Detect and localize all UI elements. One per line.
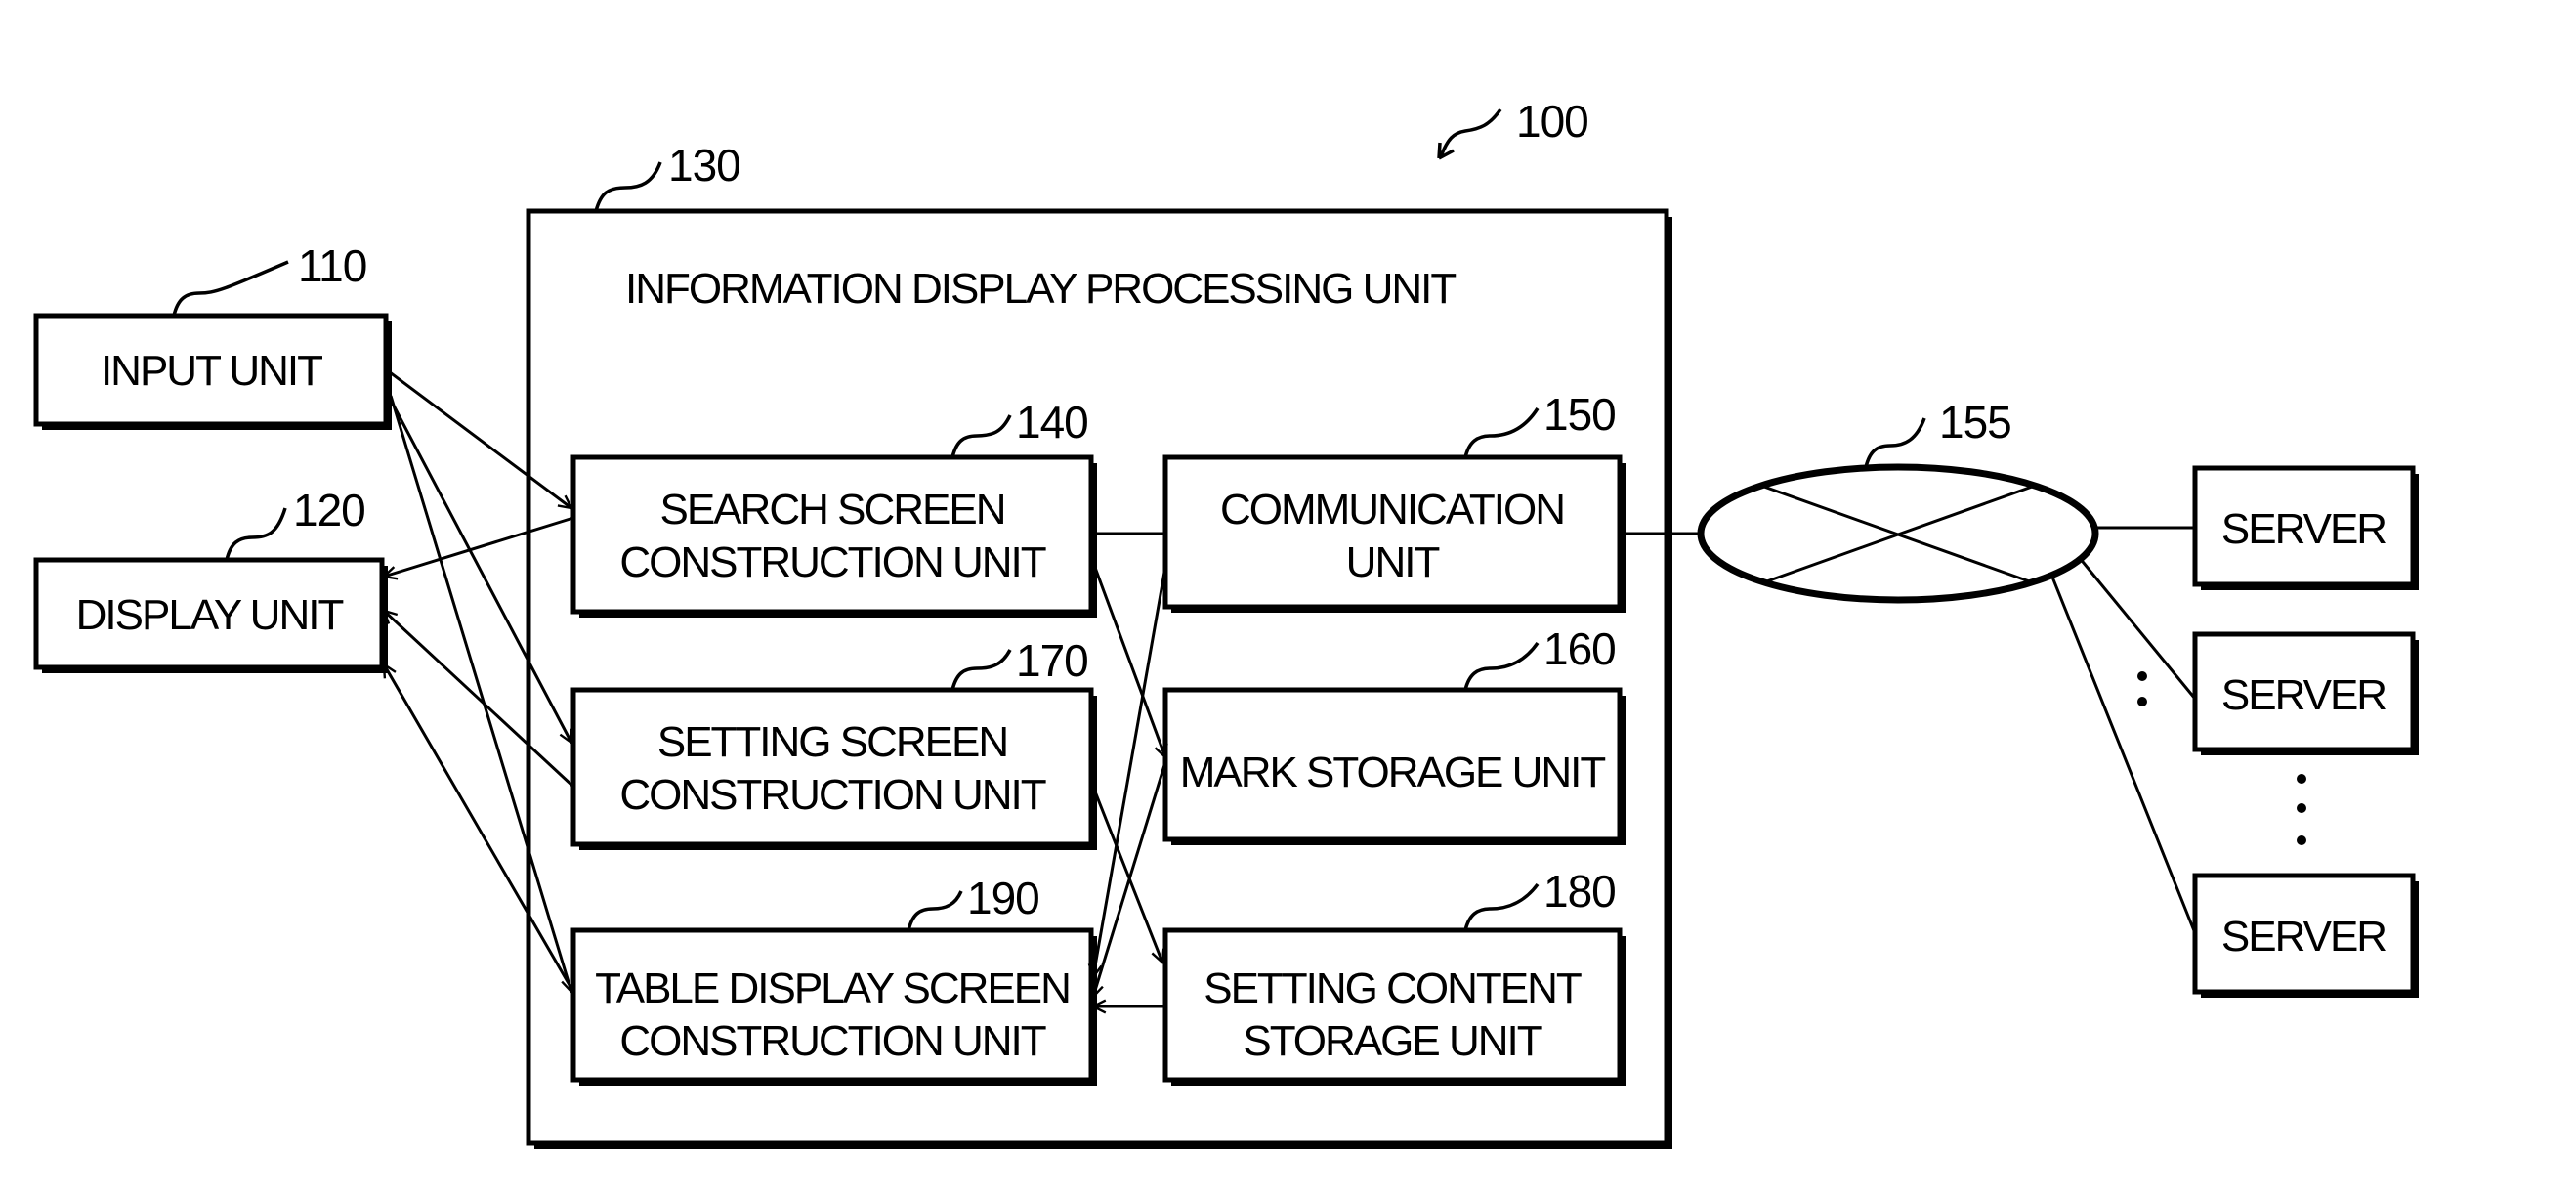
input-unit-ref: 110 bbox=[298, 240, 366, 291]
network-ref-leader bbox=[1864, 417, 1926, 468]
display-unit-ref-leader bbox=[225, 507, 287, 561]
server-label: SERVER bbox=[2221, 671, 2386, 719]
system-ref-label: 100 bbox=[1516, 96, 1588, 147]
table-unit-line2: CONSTRUCTION UNIT bbox=[619, 1017, 1045, 1065]
display-unit-label: DISPLAY UNIT bbox=[76, 591, 344, 639]
display-unit: DISPLAY UNIT 120 bbox=[33, 485, 388, 673]
search-unit-box bbox=[570, 454, 1094, 615]
server-label: SERVER bbox=[2221, 505, 2386, 553]
network-server2-line bbox=[2077, 556, 2197, 700]
network-ref: 155 bbox=[1939, 397, 2011, 448]
block-diagram: 100 INFORMATION DISPLAY PROCESSING UNIT … bbox=[33, 96, 2419, 1149]
setting-content-unit-ref: 180 bbox=[1543, 866, 1616, 917]
system-reference: 100 bbox=[1437, 96, 1589, 160]
search-unit-line1: SEARCH SCREEN bbox=[660, 486, 1005, 534]
server-1: SERVER bbox=[2192, 465, 2419, 590]
setting-unit-line1: SETTING SCREEN bbox=[657, 718, 1007, 766]
mark-storage-unit-ref: 160 bbox=[1543, 623, 1616, 674]
mark-storage-unit-label: MARK STORAGE UNIT bbox=[1180, 749, 1606, 796]
setting-unit-ref: 170 bbox=[1016, 635, 1088, 686]
display-unit-ref: 120 bbox=[293, 485, 365, 535]
input-unit: INPUT UNIT 110 bbox=[33, 240, 392, 430]
input-unit-ref-leader bbox=[172, 260, 289, 317]
communication-unit-line2: UNIT bbox=[1346, 538, 1440, 586]
input-unit-label: INPUT UNIT bbox=[101, 347, 322, 395]
container-ref-label: 130 bbox=[668, 140, 740, 191]
communication-unit-line1: COMMUNICATION bbox=[1220, 486, 1564, 534]
table-unit-ref: 190 bbox=[967, 873, 1039, 923]
server-2: SERVER bbox=[2192, 631, 2419, 755]
container-title: INFORMATION DISPLAY PROCESSING UNIT bbox=[625, 265, 1456, 313]
network-server3-line bbox=[2049, 574, 2197, 934]
communication-unit-ref: 150 bbox=[1543, 389, 1616, 440]
setting-content-unit-line1: SETTING CONTENT bbox=[1204, 964, 1582, 1012]
server-3: SERVER bbox=[2192, 873, 2419, 998]
search-unit-ref: 140 bbox=[1016, 397, 1088, 448]
search-unit-line2: CONSTRUCTION UNIT bbox=[619, 538, 1045, 586]
setting-unit-box bbox=[570, 687, 1094, 847]
container-ref-leader bbox=[594, 161, 662, 212]
setting-unit-line2: CONSTRUCTION UNIT bbox=[619, 771, 1045, 819]
table-unit-line1: TABLE DISPLAY SCREEN bbox=[595, 964, 1070, 1012]
system-ref-leader bbox=[1439, 107, 1502, 157]
setting-content-unit-line2: STORAGE UNIT bbox=[1243, 1017, 1541, 1065]
server-label: SERVER bbox=[2221, 913, 2386, 961]
network: 155 bbox=[1697, 397, 2099, 604]
